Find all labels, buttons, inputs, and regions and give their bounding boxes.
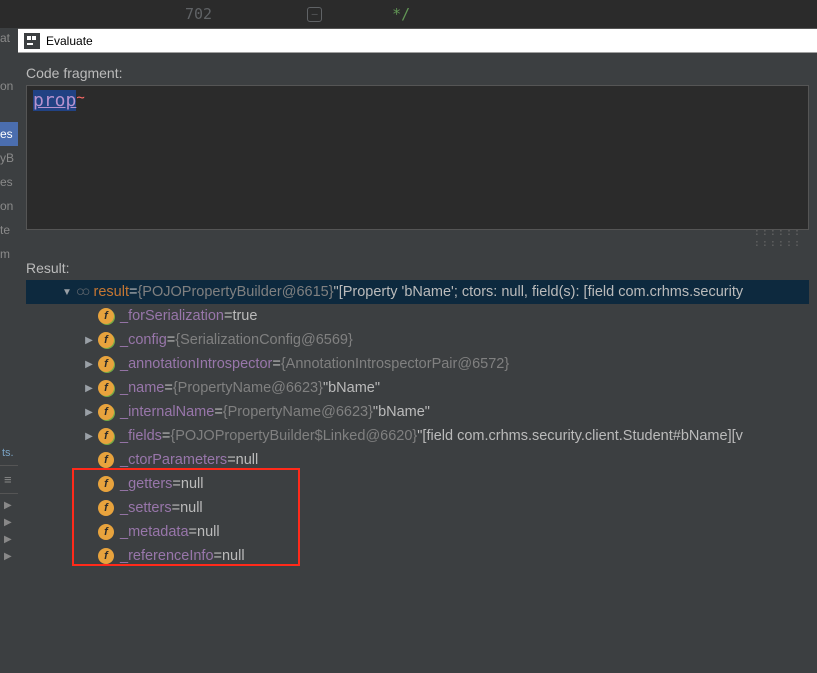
dialog-titlebar[interactable]: Evaluate — [18, 29, 817, 53]
expand-arrow-icon[interactable]: ▶ — [82, 407, 96, 418]
field-icon: f — [98, 452, 114, 468]
field-icon: f — [98, 548, 114, 564]
tree-row[interactable]: f_setters = null — [26, 496, 809, 520]
field-icon: f — [98, 404, 114, 420]
tree-row[interactable]: f_referenceInfo = null — [26, 544, 809, 568]
field-value: null — [197, 524, 220, 540]
field-name: _ctorParameters — [120, 452, 227, 468]
tree-row[interactable]: ▶f_config = {SerializationConfig@6569} — [26, 328, 809, 352]
tree-row[interactable]: ▶f_annotationIntrospector = {AnnotationI… — [26, 352, 809, 376]
expand-arrow-icon[interactable]: ▶ — [82, 335, 96, 346]
gutter-icon: – — [307, 7, 322, 22]
field-icon: f — [98, 428, 114, 444]
field-value: true — [232, 308, 257, 324]
tree-root-row[interactable]: ▼ ○○ result = {POJOPropertyBuilder@6615}… — [26, 280, 809, 304]
result-tree[interactable]: ▼ ○○ result = {POJOPropertyBuilder@6615}… — [26, 280, 809, 568]
field-value: null — [181, 476, 204, 492]
glasses-icon: ○○ — [76, 284, 88, 300]
tree-row[interactable]: f_ctorParameters = null — [26, 448, 809, 472]
field-name: _annotationIntrospector — [120, 356, 272, 372]
expand-arrow-icon[interactable]: ▶ — [82, 431, 96, 442]
field-icon: f — [98, 476, 114, 492]
field-name: _fields — [120, 428, 162, 444]
tree-row[interactable]: f_getters = null — [26, 472, 809, 496]
field-name: _referenceInfo — [120, 548, 214, 564]
field-name: _internalName — [120, 404, 214, 420]
tree-row[interactable]: ▶f_fields = {POJOPropertyBuilder$Linked@… — [26, 424, 809, 448]
field-type: {PropertyName@6623} — [173, 380, 323, 396]
tree-row[interactable]: ▶f_name = {PropertyName@6623} "bName" — [26, 376, 809, 400]
field-value: "bName" — [373, 404, 430, 420]
code-fragment-input[interactable]: prop~ :::::::::::: — [26, 85, 809, 230]
code-fragment-label: Code fragment: — [26, 65, 809, 81]
field-type: {PropertyName@6623} — [223, 404, 373, 420]
expand-arrow-icon[interactable]: ▶ — [82, 359, 96, 370]
field-value: null — [180, 500, 203, 516]
field-name: _getters — [120, 476, 172, 492]
field-name: _config — [120, 332, 167, 348]
field-icon: f — [98, 524, 114, 540]
field-name: _name — [120, 380, 164, 396]
field-value: "bName" — [323, 380, 380, 396]
field-type: {POJOPropertyBuilder$Linked@6620} — [170, 428, 417, 444]
field-icon: f — [98, 380, 114, 396]
field-name: _metadata — [120, 524, 189, 540]
line-number: 702 — [185, 5, 212, 23]
dialog-title: Evaluate — [46, 34, 93, 48]
expand-arrow-icon[interactable]: ▶ — [82, 383, 96, 394]
error-squiggle: ~ — [76, 90, 82, 106]
field-icon: f — [98, 356, 114, 372]
resize-grip-icon[interactable]: :::::::::::: — [754, 227, 802, 249]
toolwindow-sidebar-fragment: ts. ≡ ▶▶▶▶ — [0, 443, 18, 673]
tree-row[interactable]: f_metadata = null — [26, 520, 809, 544]
code-text: prop — [33, 90, 76, 111]
field-type: {AnnotationIntrospectorPair@6572} — [281, 356, 509, 372]
field-icon: f — [98, 500, 114, 516]
result-label: Result: — [26, 260, 809, 276]
evaluate-dialog: Evaluate Code fragment: prop~ ::::::::::… — [18, 28, 817, 673]
field-type: {SerializationConfig@6569} — [175, 332, 353, 348]
field-name: _forSerialization — [120, 308, 224, 324]
field-value: null — [222, 548, 245, 564]
expand-arrow-icon[interactable]: ▼ — [60, 287, 74, 298]
editor-background: 702 – */ — [0, 0, 817, 28]
field-icon: f — [98, 308, 114, 324]
field-icon: f — [98, 332, 114, 348]
comment-text: */ — [392, 5, 410, 23]
field-name: _setters — [120, 500, 172, 516]
app-icon — [24, 33, 40, 49]
field-value: null — [236, 452, 259, 468]
field-value: "[field com.crhms.security.client.Studen… — [417, 428, 743, 444]
tree-row[interactable]: ▶f_internalName = {PropertyName@6623} "b… — [26, 400, 809, 424]
tree-row[interactable]: f_forSerialization = true — [26, 304, 809, 328]
